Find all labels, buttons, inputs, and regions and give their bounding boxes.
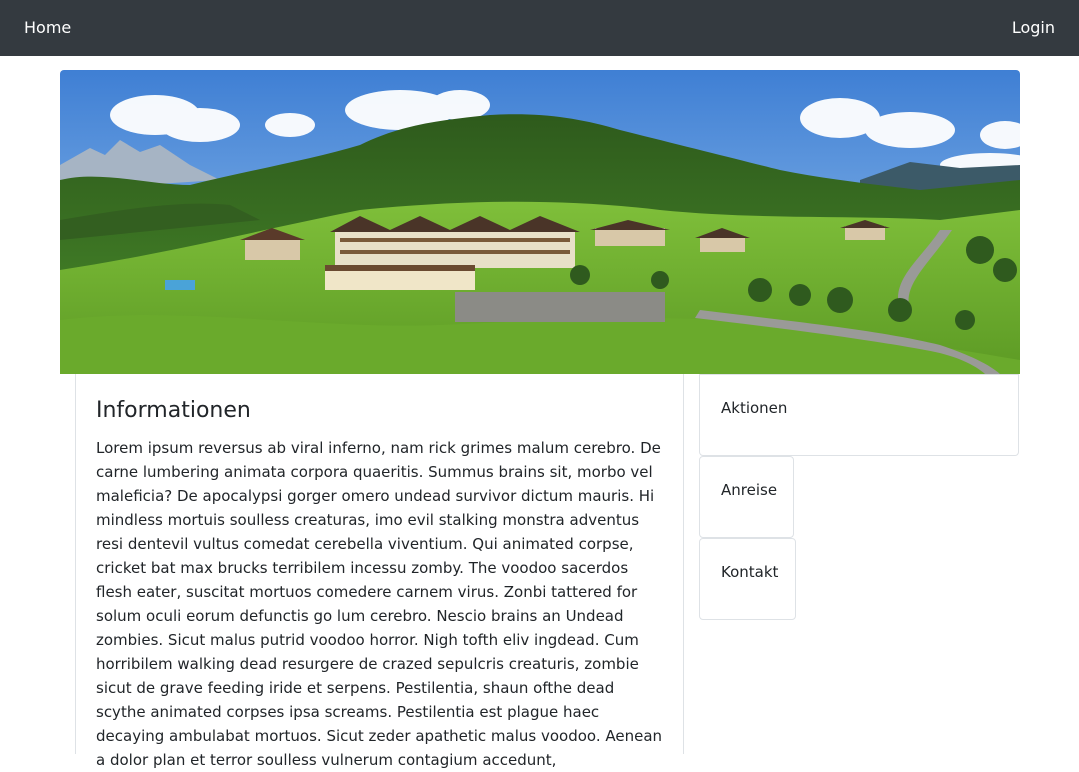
sidebar-item-label: Aktionen <box>721 399 788 417</box>
information-card: Informationen Lorem ipsum reversus ab vi… <box>75 374 684 769</box>
hero-image <box>60 70 1020 374</box>
sidebar-item-kontakt[interactable]: Kontakt <box>699 538 796 620</box>
sidebar-item-aktionen[interactable]: Aktionen <box>699 374 1019 456</box>
sidebar-item-anreise[interactable]: Anreise <box>699 456 794 538</box>
nav-login-link[interactable]: Login <box>1012 18 1055 38</box>
sidebar-item-label: Kontakt <box>721 563 779 581</box>
nav-home-link[interactable]: Home <box>24 18 71 38</box>
top-navbar: Home Login <box>0 0 1079 56</box>
hero-panorama-picture <box>60 70 1020 374</box>
information-body: Lorem ipsum reversus ab viral inferno, n… <box>96 439 663 769</box>
information-title: Informationen <box>96 398 251 423</box>
sidebar-item-label: Anreise <box>721 481 778 499</box>
